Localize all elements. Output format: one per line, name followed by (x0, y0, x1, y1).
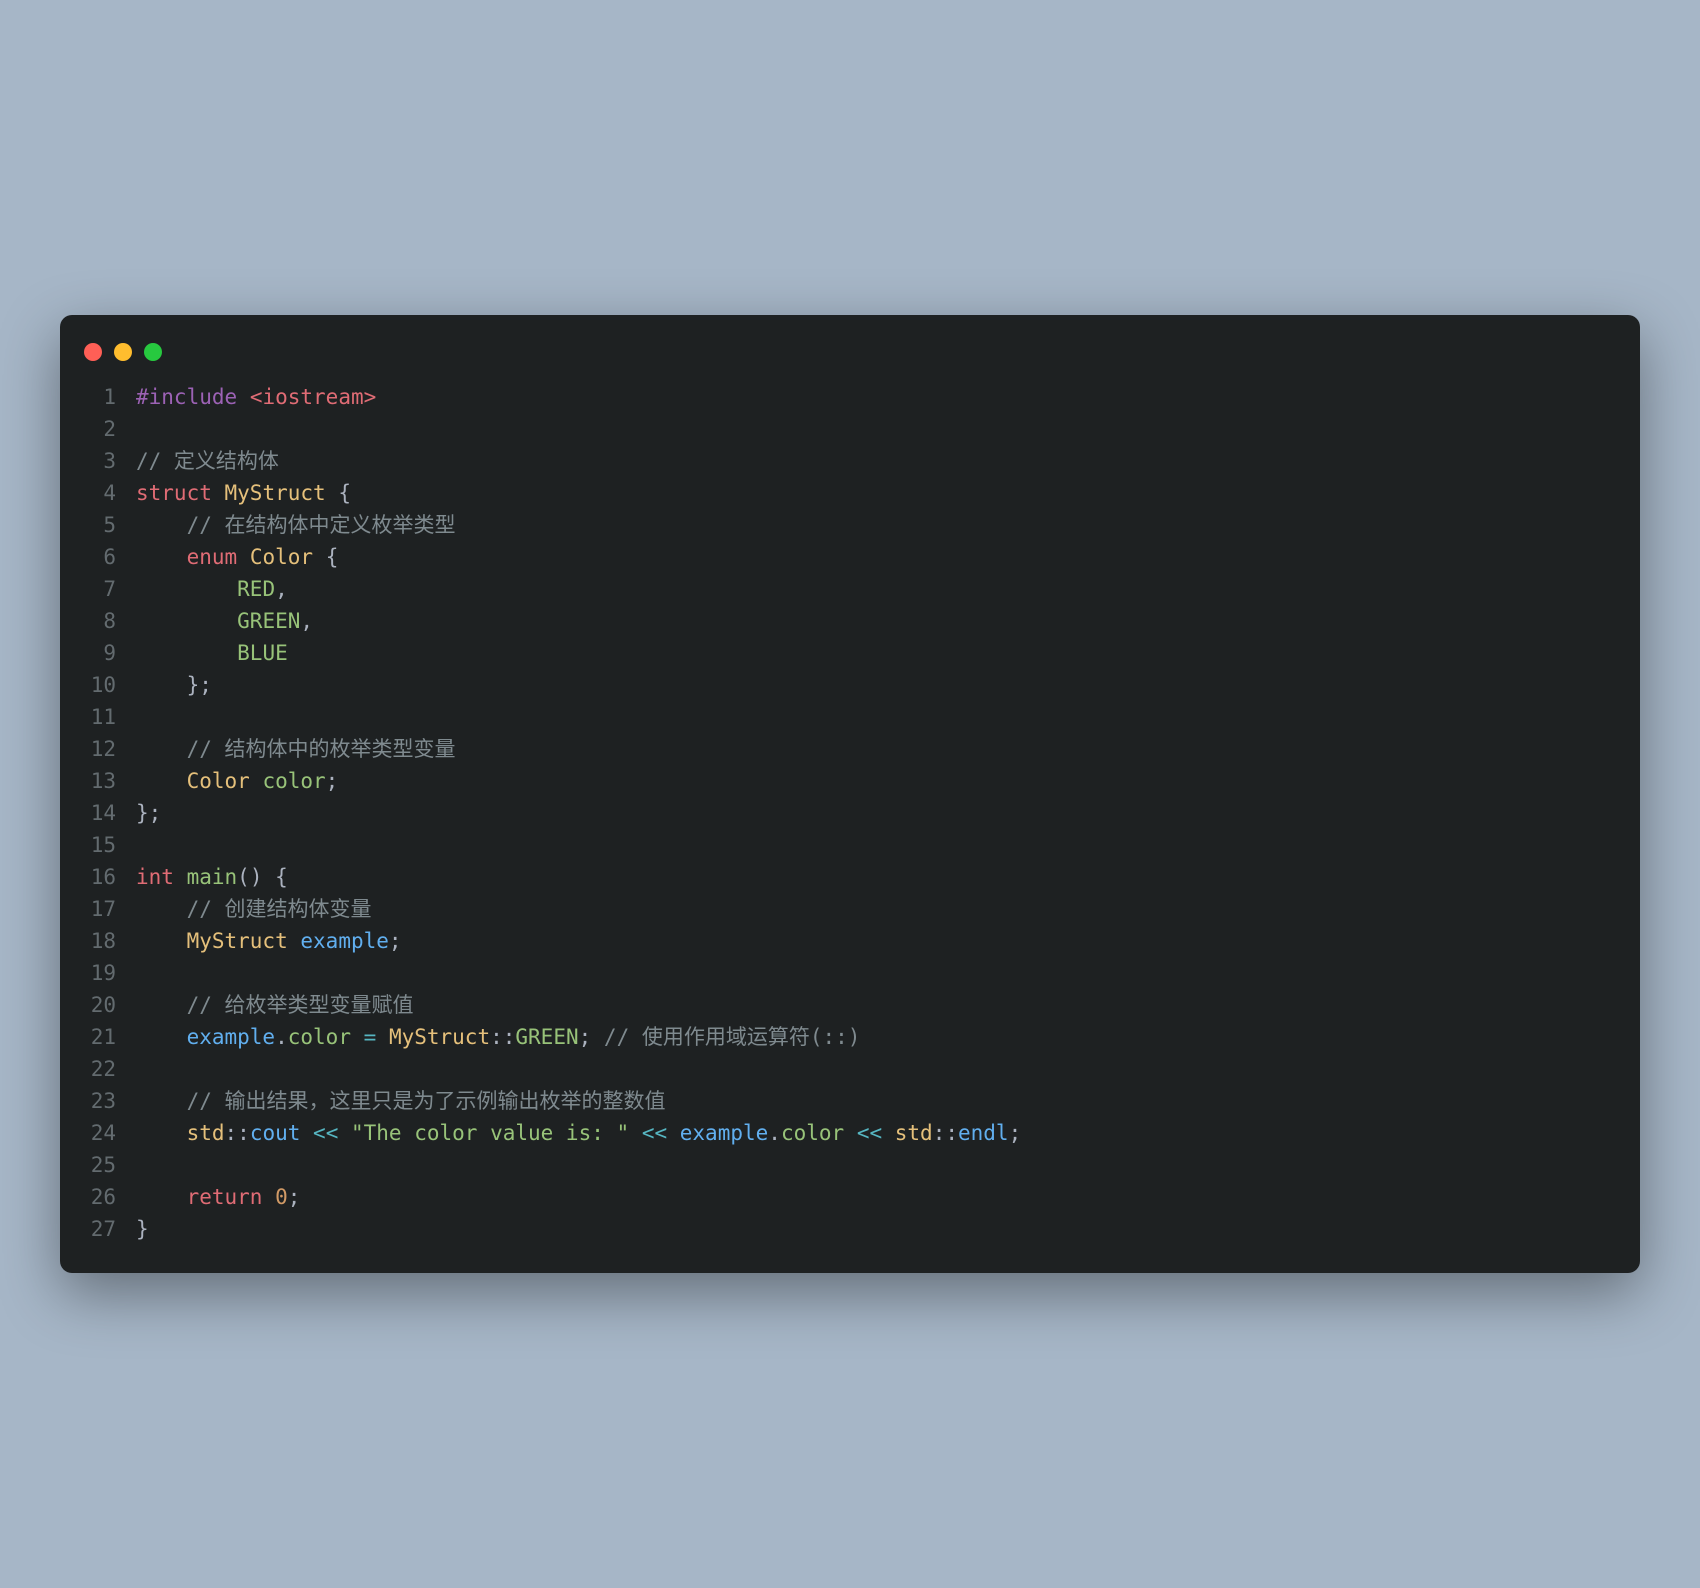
code-content: return 0; (136, 1181, 1612, 1213)
code-content: struct MyStruct { (136, 477, 1612, 509)
line-number: 11 (88, 701, 136, 733)
code-content: BLUE (136, 637, 1612, 669)
line-number: 27 (88, 1213, 136, 1245)
code-line: 22 (88, 1053, 1612, 1085)
code-line: 1#include <iostream> (88, 381, 1612, 413)
line-number: 14 (88, 797, 136, 829)
code-line: 14}; (88, 797, 1612, 829)
code-line: 19 (88, 957, 1612, 989)
line-number: 6 (88, 541, 136, 573)
code-line: 7 RED, (88, 573, 1612, 605)
close-icon[interactable] (84, 343, 102, 361)
code-content: GREEN, (136, 605, 1612, 637)
code-content: std::cout << "The color value is: " << e… (136, 1117, 1612, 1149)
line-number: 7 (88, 573, 136, 605)
code-line: 16int main() { (88, 861, 1612, 893)
code-line: 26 return 0; (88, 1181, 1612, 1213)
code-line: 21 example.color = MyStruct::GREEN; // 使… (88, 1021, 1612, 1053)
code-line: 24 std::cout << "The color value is: " <… (88, 1117, 1612, 1149)
line-number: 15 (88, 829, 136, 861)
line-number: 1 (88, 381, 136, 413)
line-number: 24 (88, 1117, 136, 1149)
line-number: 19 (88, 957, 136, 989)
code-line: 20 // 给枚举类型变量赋值 (88, 989, 1612, 1021)
line-number: 20 (88, 989, 136, 1021)
line-number: 3 (88, 445, 136, 477)
code-line: 27} (88, 1213, 1612, 1245)
code-window: 1#include <iostream>23// 定义结构体4struct My… (60, 315, 1640, 1273)
line-number: 18 (88, 925, 136, 957)
line-number: 23 (88, 1085, 136, 1117)
line-number: 12 (88, 733, 136, 765)
code-content: int main() { (136, 861, 1612, 893)
code-content: // 在结构体中定义枚举类型 (136, 509, 1612, 541)
line-number: 25 (88, 1149, 136, 1181)
code-line: 4struct MyStruct { (88, 477, 1612, 509)
maximize-icon[interactable] (144, 343, 162, 361)
titlebar (60, 335, 1640, 381)
code-line: 6 enum Color { (88, 541, 1612, 573)
code-line: 25 (88, 1149, 1612, 1181)
line-number: 16 (88, 861, 136, 893)
code-content: RED, (136, 573, 1612, 605)
code-content: Color color; (136, 765, 1612, 797)
code-line: 13 Color color; (88, 765, 1612, 797)
code-content: // 给枚举类型变量赋值 (136, 989, 1612, 1021)
code-content: // 定义结构体 (136, 445, 1612, 477)
line-number: 13 (88, 765, 136, 797)
code-line: 8 GREEN, (88, 605, 1612, 637)
code-line: 3// 定义结构体 (88, 445, 1612, 477)
code-line: 17 // 创建结构体变量 (88, 893, 1612, 925)
code-content: // 创建结构体变量 (136, 893, 1612, 925)
code-line: 12 // 结构体中的枚举类型变量 (88, 733, 1612, 765)
line-number: 5 (88, 509, 136, 541)
line-number: 17 (88, 893, 136, 925)
line-number: 9 (88, 637, 136, 669)
code-content: }; (136, 797, 1612, 829)
code-content: // 结构体中的枚举类型变量 (136, 733, 1612, 765)
code-line: 23 // 输出结果，这里只是为了示例输出枚举的整数值 (88, 1085, 1612, 1117)
line-number: 2 (88, 413, 136, 445)
code-line: 18 MyStruct example; (88, 925, 1612, 957)
code-content: example.color = MyStruct::GREEN; // 使用作用… (136, 1021, 1612, 1053)
code-line: 10 }; (88, 669, 1612, 701)
code-line: 11 (88, 701, 1612, 733)
minimize-icon[interactable] (114, 343, 132, 361)
line-number: 21 (88, 1021, 136, 1053)
line-number: 22 (88, 1053, 136, 1085)
line-number: 4 (88, 477, 136, 509)
code-content: // 输出结果，这里只是为了示例输出枚举的整数值 (136, 1085, 1612, 1117)
code-line: 9 BLUE (88, 637, 1612, 669)
code-content: } (136, 1213, 1612, 1245)
code-content: MyStruct example; (136, 925, 1612, 957)
code-line: 5 // 在结构体中定义枚举类型 (88, 509, 1612, 541)
line-number: 8 (88, 605, 136, 637)
code-content: enum Color { (136, 541, 1612, 573)
code-content: #include <iostream> (136, 381, 1612, 413)
code-content: }; (136, 669, 1612, 701)
line-number: 26 (88, 1181, 136, 1213)
code-line: 15 (88, 829, 1612, 861)
code-area[interactable]: 1#include <iostream>23// 定义结构体4struct My… (60, 381, 1640, 1245)
line-number: 10 (88, 669, 136, 701)
code-line: 2 (88, 413, 1612, 445)
